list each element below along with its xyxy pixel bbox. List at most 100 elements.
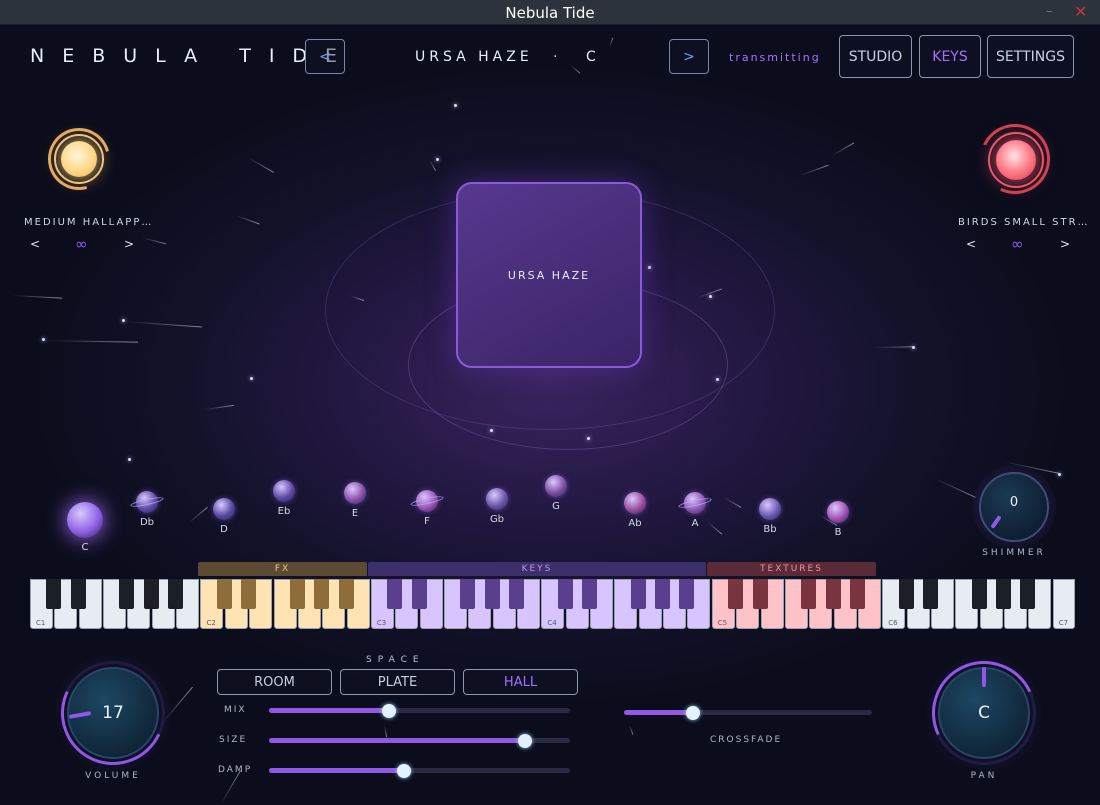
note-planet-d[interactable] [213,498,235,520]
pan-knob[interactable]: C [917,646,1051,780]
damp-thumb[interactable] [397,764,412,778]
star-streak [141,237,167,245]
preset-key: C [586,49,596,65]
size-slider[interactable] [269,734,570,748]
black-key[interactable] [143,579,159,609]
damp-slider[interactable] [269,764,570,778]
note-planet-c[interactable] [67,502,103,538]
black-key[interactable] [1020,579,1036,609]
star-streak [609,37,614,48]
black-key[interactable] [655,579,671,609]
octave-label: C1 [36,619,46,627]
piano-keyboard[interactable]: C1 C2 C3 C4 C5 C6 C7 [30,579,1075,629]
note-planet-eb[interactable] [273,480,295,502]
black-key[interactable] [216,579,232,609]
star-streak [832,142,855,156]
prev-preset-button[interactable]: < [305,39,345,74]
black-key[interactable] [801,579,817,609]
zone-keys[interactable]: KEYS [368,562,706,576]
star-streak [429,160,436,171]
zone-fx[interactable]: FX [198,562,367,576]
shimmer-label: SHIMMER [982,548,1046,558]
space-plate-button[interactable]: PLATE [340,669,455,695]
black-key[interactable] [679,579,695,609]
note-planet-e[interactable] [344,482,366,504]
note-label: E [351,508,359,519]
plugin-stage: NEBULA TIDE < URSA HAZE · C > transmitti… [0,25,1100,805]
mix-slider[interactable] [269,704,570,718]
volume-knob[interactable]: 17 [46,646,180,780]
black-key[interactable] [119,579,135,609]
black-key[interactable] [289,579,305,609]
black-key[interactable] [582,579,598,609]
pan-indicator [982,667,986,687]
crossfade-slider[interactable] [624,706,872,720]
note-label: Gb [489,514,505,525]
star [128,458,131,461]
star-streak [235,215,260,225]
note-planet-gb[interactable] [486,488,508,510]
black-key[interactable] [314,579,330,609]
sun-orb-icon[interactable] [36,116,122,202]
note-planet-b[interactable] [827,501,849,523]
black-key[interactable] [387,579,403,609]
black-key[interactable] [922,579,938,609]
left-slot-prev-button[interactable]: < [30,237,40,251]
left-slot-next-button[interactable]: > [124,237,134,251]
black-key[interactable] [898,579,914,609]
star-streak [874,346,915,348]
black-key[interactable] [241,579,257,609]
tab-settings[interactable]: SETTINGS [987,35,1074,78]
black-key[interactable] [70,579,86,609]
black-key[interactable] [728,579,744,609]
red-star-orb-icon[interactable] [970,114,1060,204]
crossfade-thumb[interactable] [686,706,701,720]
octave-label: C5 [717,619,728,627]
tab-studio[interactable]: STUDIO [839,35,912,78]
zone-textures[interactable]: TEXTURES [707,562,876,576]
black-key[interactable] [168,579,184,609]
black-key[interactable] [849,579,865,609]
note-label: B [834,527,842,538]
mix-thumb[interactable] [382,704,397,718]
close-icon[interactable]: ✕ [1074,2,1088,21]
shimmer-knob[interactable]: 0 [972,465,1056,549]
black-key[interactable] [411,579,427,609]
note-planet-bb[interactable] [759,498,781,520]
left-slot-mode-icon[interactable]: ∞ [75,235,88,253]
black-key[interactable] [996,579,1011,609]
star-streak [204,404,234,410]
next-preset-button[interactable]: > [669,39,709,74]
black-key[interactable] [825,579,841,609]
space-hall-button[interactable]: HALL [463,669,578,695]
note-planet-g[interactable] [545,475,567,497]
black-key[interactable] [509,579,524,609]
minimize-icon[interactable]: – [1046,4,1058,19]
preset-name: URSA HAZE [415,49,533,65]
note-label: Bb [763,524,777,535]
star-streak [42,340,138,343]
volume-label: VOLUME [85,771,141,781]
black-key[interactable] [46,579,62,609]
right-slot-mode-icon[interactable]: ∞ [1011,235,1024,253]
tab-keys[interactable]: KEYS [919,35,981,78]
black-key[interactable] [338,579,354,609]
size-thumb[interactable] [517,734,532,748]
left-slot-name: MEDIUM HALLAPP… [24,217,154,228]
space-room-button[interactable]: ROOM [217,669,332,695]
black-key[interactable] [971,579,987,609]
star [122,319,125,322]
black-key[interactable] [557,579,573,609]
right-slot-next-button[interactable]: > [1060,237,1070,251]
black-key[interactable] [630,579,646,609]
star-streak [247,157,274,173]
right-slot-prev-button[interactable]: < [966,237,976,251]
damp-fill [269,768,405,773]
white-key[interactable]: C7 [1052,579,1075,629]
note-planet-ab[interactable] [624,492,646,514]
black-key[interactable] [752,579,768,609]
black-key[interactable] [484,579,500,609]
center-preset-pad[interactable]: URSA HAZE [456,182,642,368]
crossfade-label: CROSSFADE [710,735,783,745]
black-key[interactable] [460,579,476,609]
